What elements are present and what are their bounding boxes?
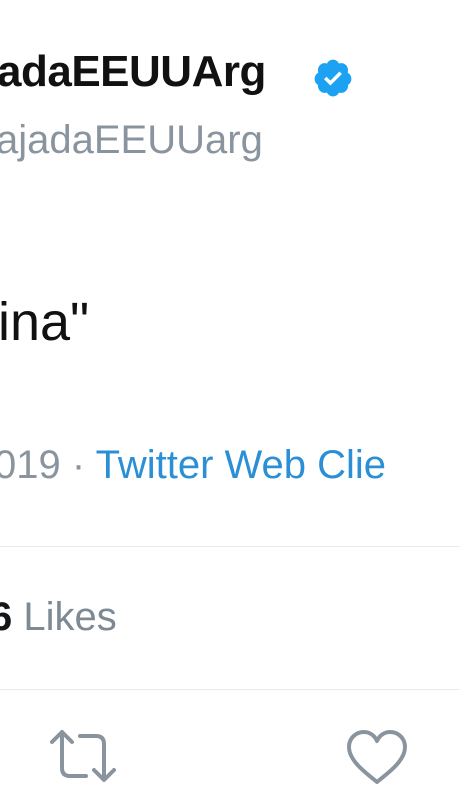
likes-stat[interactable]: 6 Likes xyxy=(0,597,117,637)
verified-badge-icon xyxy=(314,59,352,97)
heart-icon[interactable] xyxy=(345,728,409,786)
display-name[interactable]: adaEEUUArg xyxy=(0,50,266,94)
tweet-meta: 019 · Twitter Web Clie xyxy=(0,445,386,485)
meta-separator: · xyxy=(71,443,86,487)
tweet-text: ina" xyxy=(0,292,90,352)
tweet-source-link[interactable]: Twitter Web Clie xyxy=(96,443,386,487)
user-handle[interactable]: ajadaEEUUarg xyxy=(0,120,263,160)
likes-label: Likes xyxy=(23,595,117,639)
tweet-date[interactable]: 019 xyxy=(0,443,61,487)
divider xyxy=(0,689,460,690)
likes-count: 6 xyxy=(0,595,13,639)
retweet-icon[interactable] xyxy=(48,728,118,784)
divider xyxy=(0,546,460,547)
